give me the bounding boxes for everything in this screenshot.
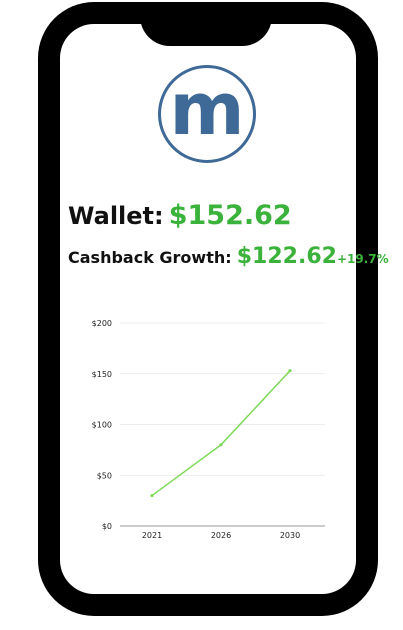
data-point — [288, 369, 292, 373]
cashback-growth: Cashback Growth: $122.62+19.7% — [68, 244, 389, 269]
data-point — [219, 443, 223, 447]
y-tick-label: $0 — [102, 522, 112, 531]
y-tick-label: $100 — [92, 421, 112, 430]
y-tick-label: $150 — [92, 370, 112, 379]
x-tick-label: 2021 — [142, 531, 162, 540]
brand-logo-letter: m — [169, 67, 245, 151]
brand-logo: m — [158, 65, 256, 163]
wallet-value: $152.62 — [168, 200, 292, 231]
x-tick-label: 2030 — [280, 531, 300, 540]
phone-notch — [140, 2, 272, 46]
growth-value: $122.62 — [236, 244, 337, 269]
wallet-label: Wallet: — [68, 202, 164, 230]
y-tick-label: $200 — [92, 319, 112, 328]
data-point — [150, 493, 154, 498]
series-line — [151, 370, 291, 497]
x-tick-label: 2026 — [211, 531, 231, 540]
y-tick-label: $50 — [97, 471, 112, 480]
growth-chart: $0 $50 $100 $150 $200 2021 2026 2030 — [92, 319, 325, 540]
growth-label: Cashback Growth: — [68, 248, 232, 267]
wallet-balance: Wallet: $152.62 — [68, 200, 292, 231]
growth-percent: +19.7% — [336, 252, 389, 266]
